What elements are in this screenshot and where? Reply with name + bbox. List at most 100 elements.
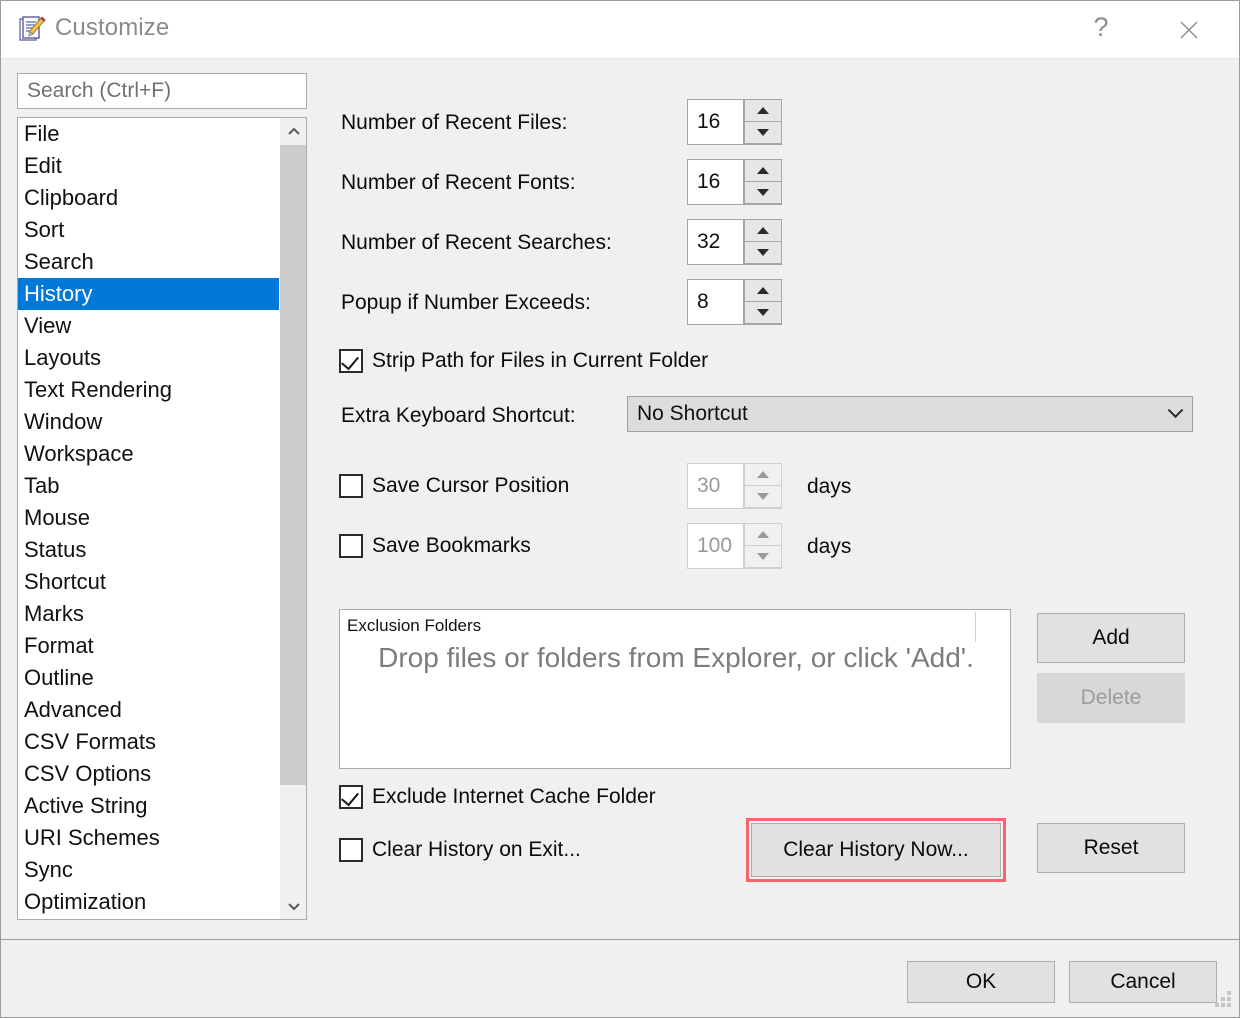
save-cursor-days-value: 30	[697, 474, 721, 497]
resize-grip[interactable]	[1215, 991, 1233, 1009]
sidebar-item-advanced[interactable]: Advanced	[18, 694, 280, 726]
popup-exceeds-increment[interactable]	[744, 279, 782, 302]
recent-searches-increment[interactable]	[744, 219, 782, 242]
sidebar-item-csv-options[interactable]: CSV Options	[18, 758, 280, 790]
exclude-cache-checkbox-row[interactable]: Exclude Internet Cache Folder	[339, 785, 656, 809]
recent-fonts-decrement[interactable]	[744, 181, 782, 204]
sidebar-item-active-string[interactable]: Active String	[18, 790, 280, 822]
popup-exceeds-value[interactable]: 8	[688, 280, 743, 324]
sidebar-item-tab[interactable]: Tab	[18, 470, 280, 502]
sidebar-item-uri-schemes[interactable]: URI Schemes	[18, 822, 280, 854]
delete-button: Delete	[1037, 673, 1185, 723]
sidebar-item-shortcut[interactable]: Shortcut	[18, 566, 280, 598]
extra-shortcut-select[interactable]: No Shortcut	[627, 396, 1193, 432]
chevron-down-icon	[757, 129, 769, 136]
sidebar-item-clipboard[interactable]: Clipboard	[18, 182, 280, 214]
exclude-cache-label: Exclude Internet Cache Folder	[372, 785, 656, 808]
ok-button[interactable]: OK	[907, 961, 1055, 1003]
save-cursor-days-unit: days	[807, 475, 852, 498]
strip-path-checkbox[interactable]	[339, 349, 363, 373]
recent-searches-label: Number of Recent Searches:	[341, 231, 612, 254]
save-bookmarks-days-stepper: 100	[687, 523, 782, 569]
sidebar-item-workspace[interactable]: Workspace	[18, 438, 280, 470]
sidebar-item-mouse[interactable]: Mouse	[18, 502, 280, 534]
sidebar-item-history[interactable]: History	[18, 278, 280, 310]
save-cursor-days-decrement	[744, 485, 782, 508]
sidebar-item-view[interactable]: View	[18, 310, 280, 342]
save-bookmarks-days-unit: days	[807, 535, 852, 558]
chevron-up-icon	[757, 471, 769, 478]
chevron-down-icon	[757, 309, 769, 316]
chevron-down-icon	[757, 189, 769, 196]
save-cursor-days-stepper: 30	[687, 463, 782, 509]
save-cursor-checkbox-row[interactable]: Save Cursor Position	[339, 474, 569, 498]
strip-path-checkbox-row[interactable]: Strip Path for Files in Current Folder	[339, 349, 708, 373]
close-icon	[1180, 21, 1198, 38]
column-divider	[975, 612, 976, 642]
save-cursor-checkbox[interactable]	[339, 474, 363, 498]
recent-searches-stepper[interactable]: 32	[687, 219, 782, 265]
sidebar-item-layouts[interactable]: Layouts	[18, 342, 280, 374]
search-placeholder: Search (Ctrl+F)	[27, 79, 172, 102]
clear-on-exit-checkbox-row[interactable]: Clear History on Exit...	[339, 838, 581, 862]
chevron-up-icon	[757, 107, 769, 114]
recent-fonts-increment[interactable]	[744, 159, 782, 182]
recent-fonts-stepper[interactable]: 16	[687, 159, 782, 205]
category-list-scrollbar[interactable]	[279, 118, 306, 919]
help-icon: ?	[1093, 12, 1109, 42]
sidebar-item-window[interactable]: Window	[18, 406, 280, 438]
recent-files-stepper[interactable]: 16	[687, 99, 782, 145]
exclusion-folders-header: Exclusion Folders	[347, 616, 482, 635]
category-list-items: File Edit Clipboard Sort Search History View La…	[18, 118, 280, 918]
cancel-button[interactable]: Cancel	[1069, 961, 1217, 1003]
recent-searches-value[interactable]: 32	[688, 220, 743, 264]
help-button[interactable]: ?	[1073, 1, 1129, 58]
scroll-down-icon[interactable]	[280, 892, 306, 919]
sidebar-item-optimization[interactable]: Optimization	[18, 886, 280, 918]
sidebar-item-sync[interactable]: Sync	[18, 854, 280, 886]
save-bookmarks-checkbox-row[interactable]: Save Bookmarks	[339, 534, 531, 558]
notepad-pencil-icon	[17, 15, 47, 45]
extra-shortcut-value: No Shortcut	[637, 402, 748, 425]
category-list[interactable]: File Edit Clipboard Sort Search History View La…	[17, 117, 307, 920]
scroll-up-icon[interactable]	[280, 118, 306, 145]
chevron-up-icon	[757, 167, 769, 174]
chevron-down-icon	[757, 553, 769, 560]
sidebar-item-search[interactable]: Search	[18, 246, 280, 278]
popup-exceeds-stepper[interactable]: 8	[687, 279, 782, 325]
sidebar-item-csv-formats[interactable]: CSV Formats	[18, 726, 280, 758]
search-input[interactable]: Search (Ctrl+F)	[17, 73, 307, 109]
sidebar-item-sort[interactable]: Sort	[18, 214, 280, 246]
sidebar-item-outline[interactable]: Outline	[18, 662, 280, 694]
save-cursor-label: Save Cursor Position	[372, 474, 570, 497]
save-bookmarks-checkbox[interactable]	[339, 534, 363, 558]
popup-exceeds-decrement[interactable]	[744, 301, 782, 324]
sidebar-item-status[interactable]: Status	[18, 534, 280, 566]
chevron-up-icon	[757, 531, 769, 538]
chevron-up-icon	[757, 287, 769, 294]
chevron-down-icon	[757, 249, 769, 256]
add-button[interactable]: Add	[1037, 613, 1185, 663]
clear-history-now-button[interactable]: Clear History Now...	[751, 823, 1001, 877]
close-button[interactable]	[1161, 1, 1217, 58]
reset-button[interactable]: Reset	[1037, 823, 1185, 873]
exclusion-folders-list[interactable]: Exclusion Folders Drop files or folders …	[339, 609, 1011, 769]
clear-on-exit-checkbox[interactable]	[339, 838, 363, 862]
recent-files-label: Number of Recent Files:	[341, 111, 568, 134]
exclude-cache-checkbox[interactable]	[339, 785, 363, 809]
recent-fonts-value[interactable]: 16	[688, 160, 743, 204]
sidebar-item-format[interactable]: Format	[18, 630, 280, 662]
save-bookmarks-label: Save Bookmarks	[372, 534, 531, 557]
footer-divider	[1, 939, 1239, 940]
recent-files-decrement[interactable]	[744, 121, 782, 144]
scrollbar-thumb[interactable]	[280, 145, 306, 785]
recent-files-value[interactable]: 16	[688, 100, 743, 144]
sidebar-item-text-rendering[interactable]: Text Rendering	[18, 374, 280, 406]
sidebar-item-file[interactable]: File	[18, 118, 280, 150]
customize-dialog: Customize ? Search (Ctrl+F) File Edit Clip…	[0, 0, 1240, 1018]
chevron-up-icon	[757, 227, 769, 234]
sidebar-item-edit[interactable]: Edit	[18, 150, 280, 182]
recent-files-increment[interactable]	[744, 99, 782, 122]
recent-searches-decrement[interactable]	[744, 241, 782, 264]
sidebar-item-marks[interactable]: Marks	[18, 598, 280, 630]
